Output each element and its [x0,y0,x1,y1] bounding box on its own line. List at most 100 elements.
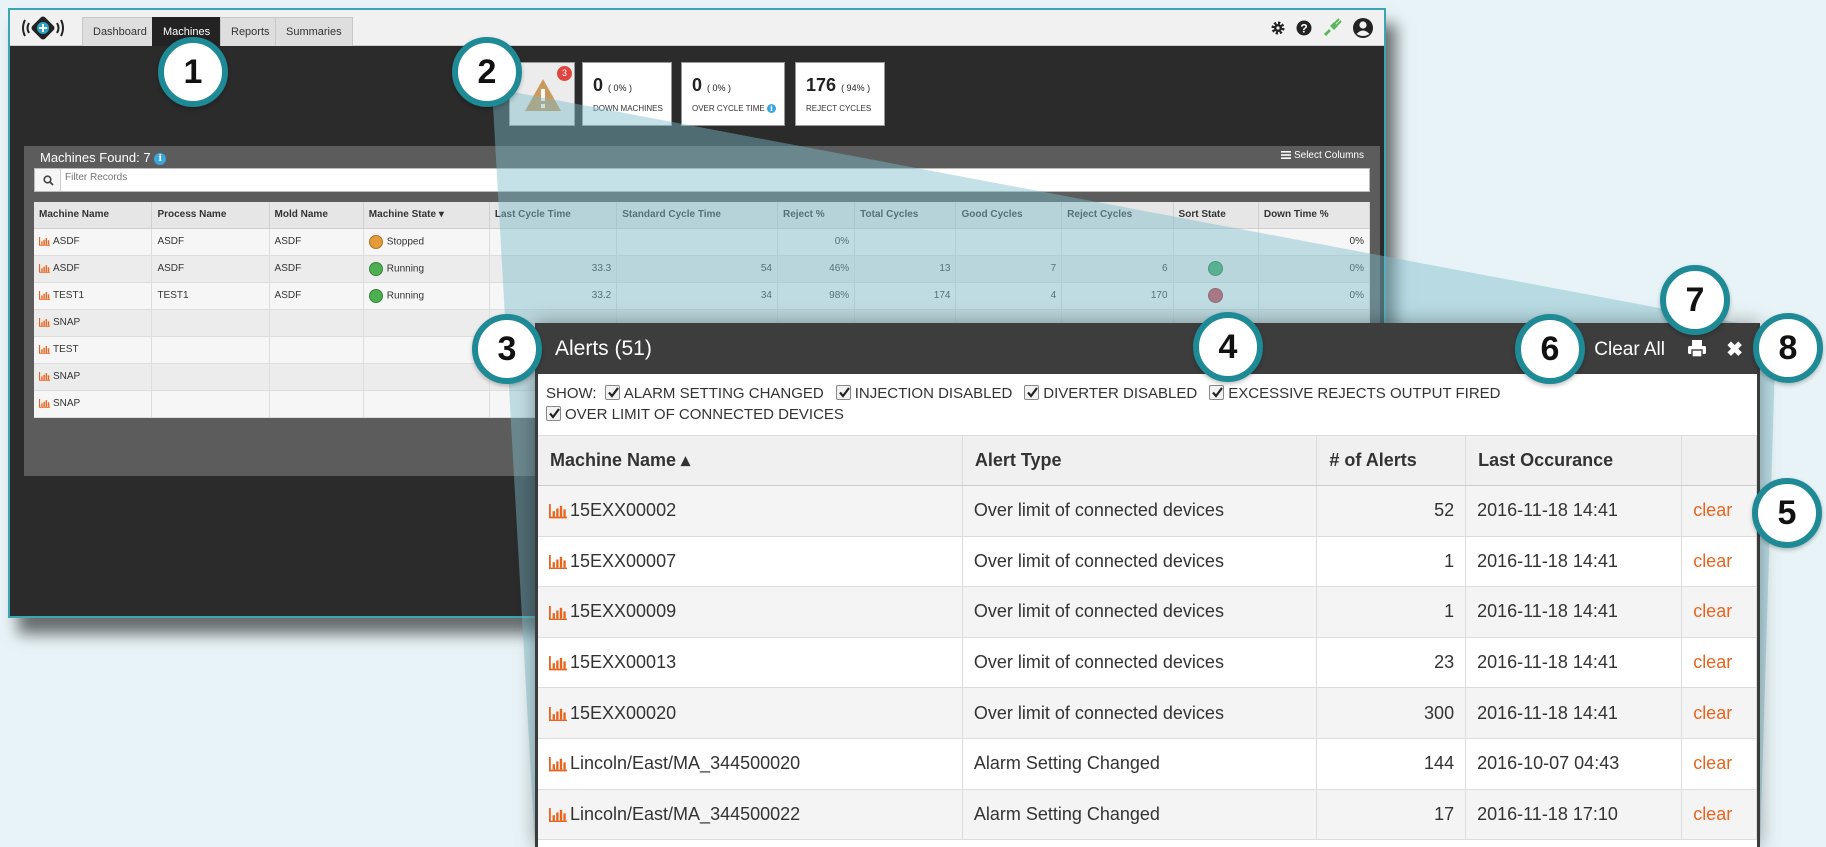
alerts-column-header[interactable]: Last Occurance [1465,435,1683,486]
tab-reports[interactable]: Reports [220,17,281,46]
machine-name[interactable]: TEST [53,344,79,355]
chart-icon[interactable] [549,605,567,620]
chart-icon[interactable] [549,504,567,519]
checkbox[interactable] [1024,385,1040,400]
alert-machine-name[interactable]: Lincoln/East/MA_344500020 [570,753,800,773]
machine-name[interactable]: ASDF [53,236,80,247]
clear-all-button[interactable]: Clear All [1594,339,1665,361]
alert-machine-name[interactable]: 15EXX00009 [570,601,676,621]
alert-machine-name[interactable]: 15EXX00020 [570,703,676,723]
column-header[interactable]: Sort State [1173,202,1259,229]
column-header[interactable]: Reject % [777,202,856,229]
checkbox[interactable] [604,385,620,400]
chart-icon[interactable] [549,706,567,722]
down-machines-pct: ( 0% ) [608,83,633,93]
clear-alert-link[interactable]: clear [1693,652,1732,672]
alert-row[interactable]: 15EXX00007 Over limit of connected device… [538,536,1757,588]
column-header[interactable]: Reject Cycles [1061,202,1174,229]
machine-name[interactable]: SNAP [53,371,80,382]
alert-type: Over limit of connected devices [962,485,1318,537]
alert-machine-cell: 15EXX00009 [538,586,963,638]
alert-row[interactable]: 15EXX00002 Over limit of connected device… [538,485,1757,537]
chart-icon[interactable] [549,554,567,570]
alerts-dialog: Alerts (51) Clear All ✖ SHOW: ALARM SETT… [535,323,1760,847]
chart-icon[interactable] [39,263,50,273]
filter-checkbox-item[interactable]: INJECTION DISABLED [835,383,1012,404]
alert-row[interactable]: 15EXX00013 Over limit of connected device… [538,637,1757,689]
alerts-column-header[interactable]: Machine Name ▴ [538,435,963,486]
callout-4: 4 [1193,312,1263,382]
alerts-column-header[interactable]: Alert Type [962,435,1318,486]
column-header[interactable]: Good Cycles [955,202,1063,229]
filter-records-input[interactable] [65,172,1333,183]
column-header[interactable]: Standard Cycle Time [616,202,778,229]
filter-checkbox-item[interactable]: OVER LIMIT OF CONNECTED DEVICES [546,404,844,425]
chart-icon[interactable] [549,807,567,823]
chart-icon[interactable] [39,398,50,408]
chart-icon[interactable] [39,290,50,300]
user-icon[interactable] [1352,17,1374,39]
alerts-column-header[interactable] [1681,435,1757,486]
column-header[interactable]: Last Cycle Time [489,202,618,229]
chart-icon[interactable] [549,757,567,772]
alert-row[interactable]: 15EXX00009 Over limit of connected device… [538,586,1757,638]
filter-checkbox-item[interactable]: EXCESSIVE REJECTS OUTPUT FIRED [1209,383,1501,404]
table-row[interactable]: ASDF ASDF ASDF Stopped 0% 0% [34,228,1371,256]
clear-alert-link[interactable]: clear [1693,601,1732,621]
clear-alert-link[interactable]: clear [1693,804,1732,824]
filter-checkbox-item[interactable]: DIVERTER DISABLED [1024,383,1197,404]
info-icon[interactable]: i [154,152,167,165]
close-icon[interactable]: ✖ [1726,337,1743,362]
checkbox[interactable] [1209,385,1225,400]
clear-alert-link[interactable]: clear [1693,551,1732,571]
column-header[interactable]: Machine State ▾ [363,202,490,229]
column-header[interactable]: Total Cycles [854,202,957,229]
alert-machine-name[interactable]: 15EXX00002 [570,500,676,520]
down-machines-card[interactable]: 0 ( 0% ) DOWN MACHINES [582,62,672,126]
alert-row[interactable]: Lincoln/East/MA_344500022 Alarm Setting C… [538,789,1757,841]
callout-2: 2 [452,37,522,107]
clear-alert-link[interactable]: clear [1693,500,1732,520]
chart-icon[interactable] [39,236,50,246]
tab-summaries[interactable]: Summaries [275,17,353,46]
table-row[interactable]: ASDF ASDF ASDF Running 33.3 54 46% 13 7 6 0% [34,255,1371,283]
help-icon[interactable]: ? [1296,20,1312,36]
column-header[interactable]: Process Name [151,202,270,229]
checkbox[interactable] [546,406,561,421]
print-icon[interactable] [1687,339,1707,358]
select-columns-button[interactable]: Select Columns [1281,150,1364,161]
column-header[interactable]: Down Time % [1258,202,1371,229]
column-header[interactable]: Mold Name [269,202,364,229]
alert-machine-name[interactable]: 15EXX00013 [570,652,676,672]
table-row[interactable]: TEST1 TEST1 ASDF Running 33.2 34 98% 174 4 170 0% [34,282,1371,310]
chart-icon[interactable] [39,317,50,327]
machine-name[interactable]: SNAP [53,398,80,409]
machine-name[interactable]: ASDF [53,263,80,274]
clear-alert-link[interactable]: clear [1693,703,1732,723]
alert-row[interactable]: Lincoln/East/MA_344500020 Alarm Setting C… [538,738,1757,790]
clear-alert-link[interactable]: clear [1693,753,1732,773]
alert-row[interactable]: 15EXX00020 Over limit of connected device… [538,687,1757,739]
column-header[interactable]: Machine Name [34,202,153,229]
gear-icon[interactable] [1270,20,1286,36]
reject-cycles-card[interactable]: 176 ( 94% ) REJECT CYCLES [795,62,885,126]
alert-machine-name[interactable]: Lincoln/East/MA_344500022 [570,804,800,824]
alerts-column-header[interactable]: # of Alerts [1316,435,1467,486]
chart-icon[interactable] [39,371,50,381]
alert-machine-name[interactable]: 15EXX00007 [570,551,676,571]
machine-name[interactable]: SNAP [53,317,80,328]
alert-type-filters: SHOW: ALARM SETTING CHANGED INJECTION DIS… [538,374,1757,426]
machine-name[interactable]: TEST1 [53,290,84,301]
cell-standard: 54 [616,255,778,283]
info-icon[interactable]: i [767,104,776,114]
plug-icon[interactable] [1322,18,1342,38]
filter-checkbox-item[interactable]: ALARM SETTING CHANGED [604,383,824,404]
chart-icon[interactable] [549,656,567,671]
chart-icon[interactable] [39,344,50,354]
app-logo-icon[interactable] [20,14,66,42]
cell-good: 4 [955,282,1063,310]
cell-state: Running [363,255,490,283]
checkbox[interactable] [835,385,851,400]
over-cycle-time-card[interactable]: 0 ( 0% ) OVER CYCLE TIME i [681,62,785,126]
tab-dashboard[interactable]: Dashboard [82,17,158,46]
